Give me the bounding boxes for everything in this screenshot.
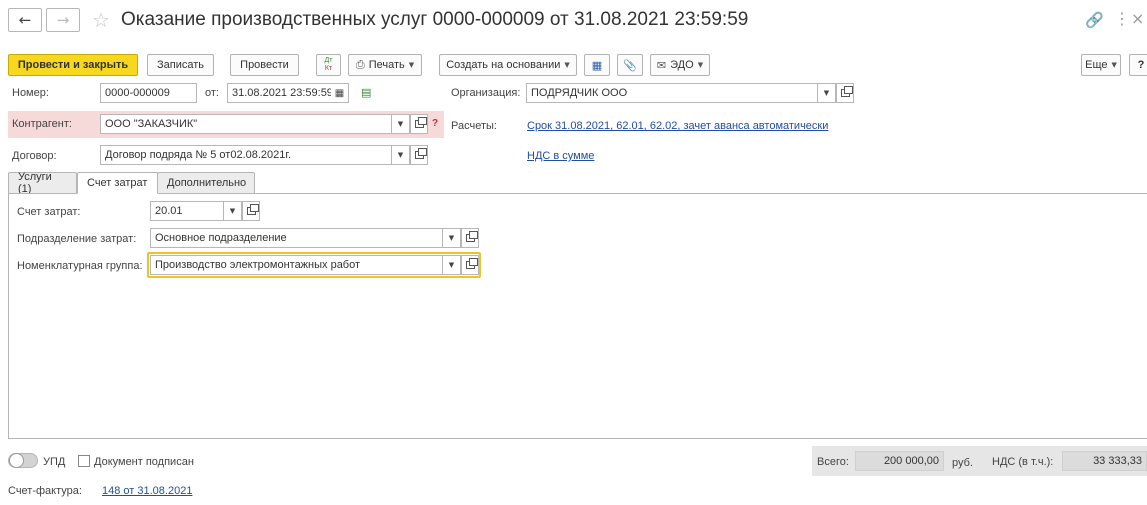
vat-total-value: 33 333,33 [1062,451,1147,471]
chevron-down-icon: ▼ [408,61,415,69]
chevron-down-icon: ▼ [1111,61,1117,69]
number-label: Номер: [12,87,49,99]
create-based-on-button[interactable]: Создать на основании ▼ [439,54,577,76]
cost-account-label: Счет затрат: [17,206,81,218]
tab-cost-account[interactable]: Счет затрат [77,172,158,194]
back-button[interactable]: ← [8,8,42,32]
dt-kt-icon-bottom: Кт [324,65,333,72]
settlements-link[interactable]: Срок 31.08.2021, 62.01, 62.02, зачет ава… [527,120,828,132]
edo-button[interactable]: ✉ ЭДО ▼ [650,54,710,76]
chevron-down-icon: ▼ [229,207,236,215]
open-window-icon [840,86,853,97]
link-icon[interactable]: 🔗 [1085,11,1104,29]
cost-account-dropdown[interactable]: ▼ [224,201,242,221]
open-window-icon [465,231,478,242]
invoice-label: Счет-фактура: [8,485,82,497]
more-button[interactable]: Еще ▼ [1081,54,1121,76]
item-group-dropdown[interactable]: ▼ [443,255,461,275]
page-title: Оказание производственных услуг 0000-000… [121,9,749,30]
counterparty-dropdown[interactable]: ▼ [392,114,410,134]
contract-label: Договор: [12,150,57,162]
upd-toggle[interactable] [8,453,38,468]
post-button[interactable]: Провести [230,54,299,76]
chevron-down-icon: ▼ [697,61,704,69]
print-label: Печать [368,59,405,71]
forward-button[interactable]: → [46,8,80,32]
edo-label: ЭДО [670,59,694,71]
arrow-right-icon: → [56,11,70,29]
dt-kt-button[interactable]: Дт Кт [316,54,341,76]
organization-open-button[interactable] [836,83,854,103]
close-icon[interactable]: × [1131,9,1144,28]
print-button[interactable]: ⎙ Печать ▼ [348,54,422,76]
help-button[interactable]: ? [1129,54,1147,76]
create-based-on-label: Создать на основании [446,59,561,71]
date-label: от: [205,87,219,99]
save-button[interactable]: Записать [147,54,214,76]
cost-account-field[interactable]: 20.01 [150,201,224,221]
chevron-down-icon: ▼ [448,234,455,242]
paperclip-icon: 📎 [623,58,637,72]
attach-button[interactable]: 📎 [617,54,643,76]
counterparty-help-icon[interactable]: ? [432,118,438,129]
post-and-close-button[interactable]: Провести и закрыть [8,54,138,76]
tab-services[interactable]: Услуги (1) [8,171,77,195]
calendar-icon: ▦ [334,87,345,99]
open-window-icon [414,148,427,159]
edo-icon: ✉ [656,58,667,72]
organization-dropdown[interactable]: ▼ [818,83,836,103]
contract-dropdown[interactable]: ▼ [392,145,410,165]
date-field[interactable]: 31.08.2021 23:59:59 [227,83,332,103]
document-signed-checkbox[interactable] [78,455,90,467]
upd-label: УПД [43,456,66,468]
toggle-knob [9,453,24,468]
chevron-down-icon: ▼ [564,61,570,69]
counterparty-label: Контрагент: [12,118,72,130]
more-vertical-icon[interactable]: ⋮ [1114,9,1130,28]
invoice-link[interactable]: 148 от 31.08.2021 [102,485,192,497]
total-value: 200 000,00 [855,451,944,471]
open-window-icon [414,117,427,128]
chevron-down-icon: ▼ [448,261,455,269]
printer-icon: ⎙ [355,58,365,71]
item-group-label: Номенклатурная группа: [17,260,143,272]
favorite-star-icon[interactable]: ☆ [92,8,110,32]
number-field[interactable]: 0000-000009 [100,83,197,103]
contract-field[interactable]: Договор подряда № 5 от02.08.2021г. [100,145,392,165]
division-label: Подразделение затрат: [17,233,137,245]
structure-icon: ▦ [591,58,603,72]
dt-kt-icon-top: Дт [324,57,333,64]
division-dropdown[interactable]: ▼ [443,228,461,248]
chevron-down-icon: ▼ [397,151,404,159]
calendar-button[interactable]: ▦ [331,83,349,103]
document-signed-label: Документ подписан [94,456,194,468]
open-window-icon [246,204,259,215]
settlements-label: Расчеты: [451,120,497,132]
total-label: Всего: [817,456,849,468]
chevron-down-icon: ▼ [397,120,404,128]
tab-additional[interactable]: Дополнительно [157,172,255,194]
structure-button[interactable]: ▦ [584,54,610,76]
chevron-down-icon: ▼ [823,89,830,97]
more-label: Еще [1085,59,1108,71]
division-field[interactable]: Основное подразделение [150,228,443,248]
counterparty-field[interactable]: ООО "ЗАКАЗЧИК" [100,114,392,134]
organization-label: Организация: [451,87,521,99]
open-window-icon [465,258,478,269]
division-open-button[interactable] [461,228,479,248]
contract-open-button[interactable] [410,145,428,165]
counterparty-open-button[interactable] [410,114,428,134]
document-green-icon[interactable]: ▤ [361,86,371,99]
currency-label: руб. [952,457,973,469]
arrow-left-icon: ← [18,11,32,29]
vat-total-label: НДС (в т.ч.): [992,456,1054,468]
vat-link[interactable]: НДС в сумме [527,150,594,162]
item-group-open-button[interactable] [461,255,479,275]
cost-account-open-button[interactable] [242,201,260,221]
item-group-field[interactable]: Производство электромонтажных работ [150,255,443,275]
organization-field[interactable]: ПОДРЯДЧИК ООО [526,83,818,103]
